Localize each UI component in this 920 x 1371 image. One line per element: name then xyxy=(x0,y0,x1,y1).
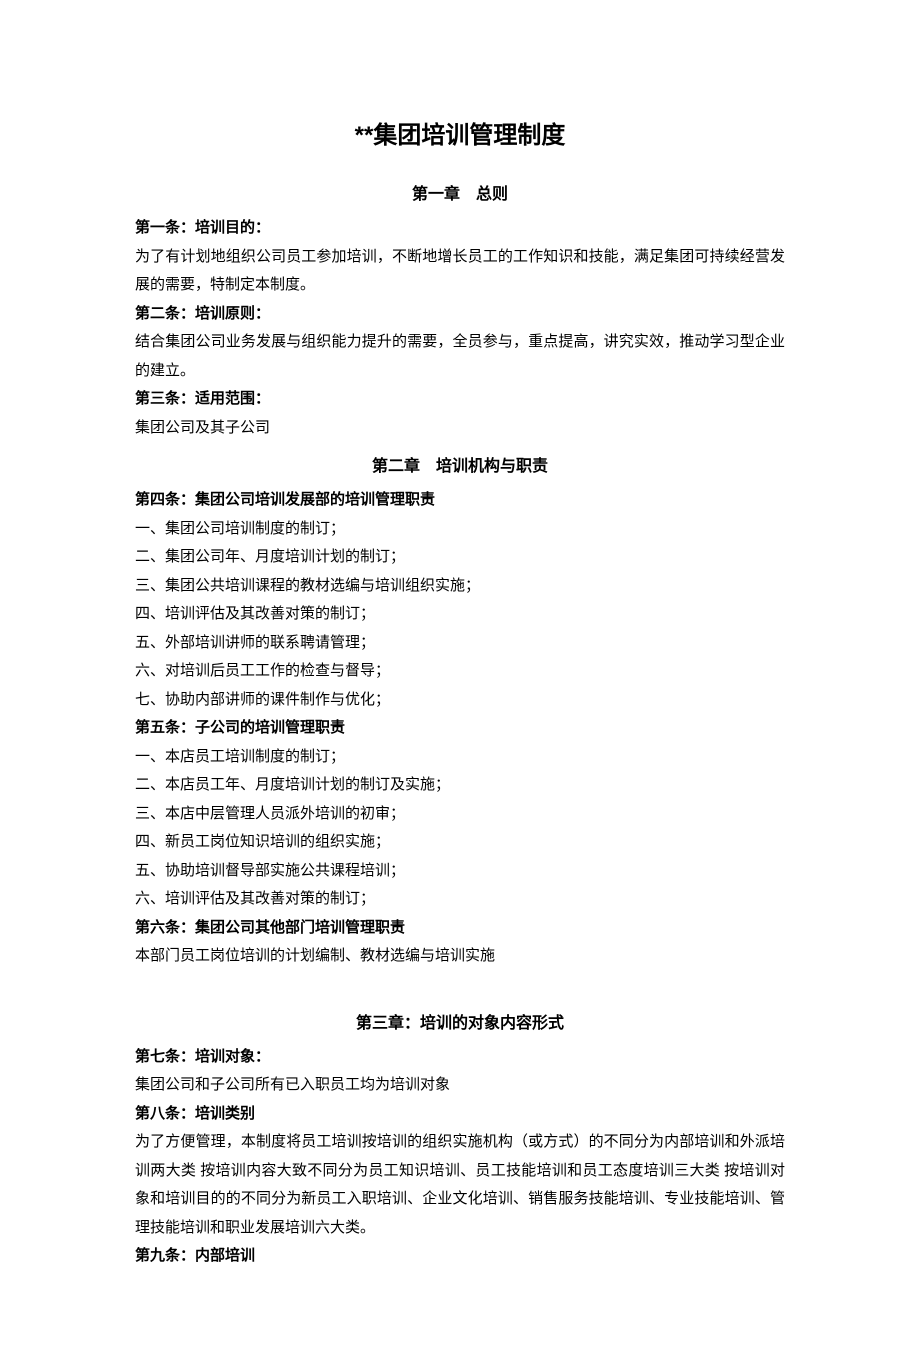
chapter-2-heading: 第二章 培训机构与职责 xyxy=(135,452,785,476)
article-5-item-4: 四、新员工岗位知识培训的组织实施； xyxy=(135,828,785,857)
chapter-3-heading: 第三章：培训的对象内容形式 xyxy=(135,1009,785,1033)
article-8-body: 为了方便管理，本制度将员工培训按培训的组织实施机构（或方式）的不同分为内部培训和… xyxy=(135,1128,785,1242)
article-9-title: 第九条：内部培训 xyxy=(135,1242,785,1271)
article-8-title: 第八条：培训类别 xyxy=(135,1100,785,1129)
article-5-item-2: 二、本店员工年、月度培训计划的制订及实施； xyxy=(135,771,785,800)
article-4-item-4: 四、培训评估及其改善对策的制订； xyxy=(135,600,785,629)
article-5-item-6: 六、培训评估及其改善对策的制订； xyxy=(135,885,785,914)
section-spacer xyxy=(135,971,785,999)
article-4-item-7: 七、协助内部讲师的课件制作与优化； xyxy=(135,686,785,715)
article-4-item-1: 一、集团公司培训制度的制订； xyxy=(135,515,785,544)
article-7-title: 第七条：培训对象： xyxy=(135,1043,785,1072)
chapter-1-heading: 第一章 总则 xyxy=(135,180,785,204)
article-1-title: 第一条：培训目的： xyxy=(135,214,785,243)
article-6-title: 第六条：集团公司其他部门培训管理职责 xyxy=(135,914,785,943)
article-7-body: 集团公司和子公司所有已入职员工均为培训对象 xyxy=(135,1071,785,1100)
article-6-body: 本部门员工岗位培训的计划编制、教材选编与培训实施 xyxy=(135,942,785,971)
article-3-title: 第三条：适用范围： xyxy=(135,385,785,414)
article-4-title: 第四条：集团公司培训发展部的培训管理职责 xyxy=(135,486,785,515)
article-4-item-3: 三、集团公共培训课程的教材选编与培训组织实施； xyxy=(135,572,785,601)
article-5-item-1: 一、本店员工培训制度的制订； xyxy=(135,743,785,772)
article-4-item-6: 六、对培训后员工工作的检查与督导； xyxy=(135,657,785,686)
article-3-body: 集团公司及其子公司 xyxy=(135,414,785,443)
article-4-item-5: 五、外部培训讲师的联系聘请管理； xyxy=(135,629,785,658)
article-5-item-3: 三、本店中层管理人员派外培训的初审； xyxy=(135,800,785,829)
article-2-title: 第二条：培训原则： xyxy=(135,300,785,329)
article-4-item-2: 二、集团公司年、月度培训计划的制订； xyxy=(135,543,785,572)
article-1-body: 为了有计划地组织公司员工参加培训，不断地增长员工的工作知识和技能，满足集团可持续… xyxy=(135,243,785,300)
article-5-item-5: 五、协助培训督导部实施公共课程培训； xyxy=(135,857,785,886)
article-5-title: 第五条：子公司的培训管理职责 xyxy=(135,714,785,743)
article-2-body: 结合集团公司业务发展与组织能力提升的需要，全员参与，重点提高，讲究实效，推动学习… xyxy=(135,328,785,385)
document-title: **集团培训管理制度 xyxy=(135,115,785,150)
